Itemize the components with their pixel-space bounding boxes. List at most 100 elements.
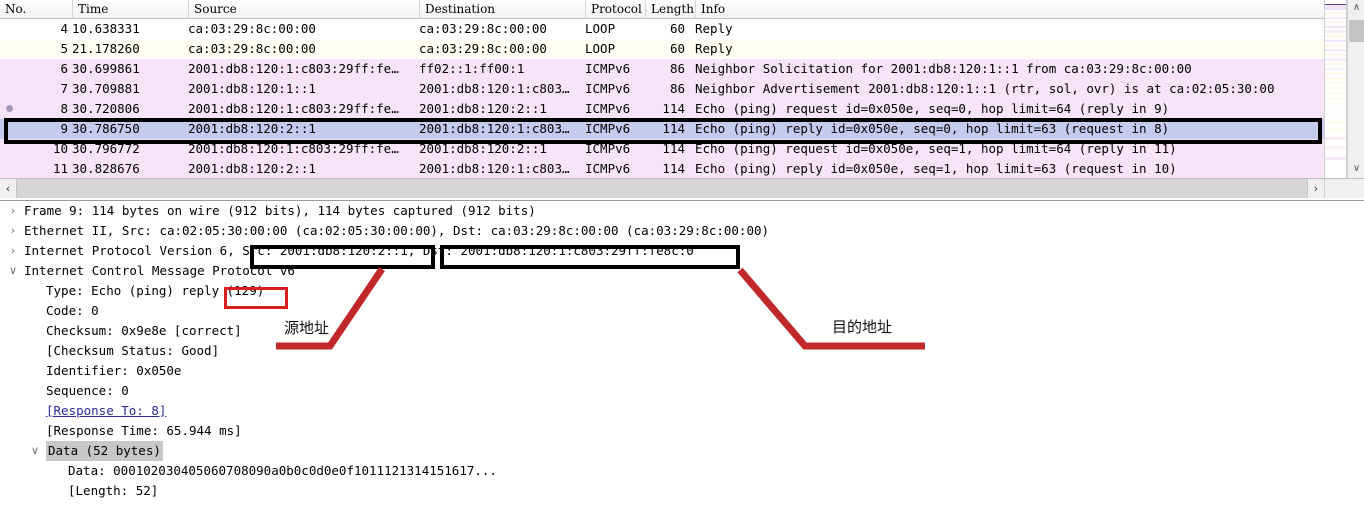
packet-detail-tree[interactable]: › Frame 9: 114 bytes on wire (912 bits), … bbox=[0, 201, 1364, 501]
vertical-scroll-thumb[interactable] bbox=[1349, 20, 1364, 42]
column-header-length[interactable]: Length bbox=[645, 0, 695, 19]
packet-cell-destination: 2001:db8:120:2::1 bbox=[419, 141, 547, 156]
packet-cell-length: 114 bbox=[662, 121, 685, 136]
packet-row[interactable]: 5 21.178260 ca:03:29:8c:00:00 ca:03:29:8c:0… bbox=[0, 39, 1324, 59]
detail-tree-row[interactable]: [Length: 52] bbox=[0, 481, 1364, 501]
packet-details-pane[interactable]: › Frame 9: 114 bytes on wire (912 bits), … bbox=[0, 200, 1364, 529]
packet-row[interactable]: 8 30.720806 2001:db8:120:1:c803:29ff:fe… 20… bbox=[0, 99, 1324, 119]
detail-tree-row[interactable]: [Checksum Status: Good] bbox=[0, 341, 1364, 361]
packet-cell-info: Echo (ping) request id=0x050e, seq=0, ho… bbox=[695, 101, 1170, 116]
packet-cell-length: 86 bbox=[669, 61, 685, 76]
packet-cell-time: 10.638331 bbox=[72, 21, 140, 36]
packet-cell-no: 8 bbox=[60, 101, 68, 116]
packet-list-vertical-scrollbar[interactable]: ∧ ∨ bbox=[1347, 0, 1364, 178]
column-header-protocol[interactable]: Protocol bbox=[585, 0, 645, 19]
detail-tree-label: Data: 000102030405060708090a0b0c0d0e0f10… bbox=[68, 463, 497, 478]
detail-tree-row[interactable]: ∨ Data (52 bytes) bbox=[0, 441, 1364, 461]
packet-cell-time: 30.796772 bbox=[72, 141, 140, 156]
column-header-destination[interactable]: Destination bbox=[419, 0, 585, 19]
packet-cell-time: 30.699861 bbox=[72, 61, 140, 76]
packet-cell-info: Echo (ping) reply id=0x050e, seq=0, hop … bbox=[695, 121, 1170, 136]
packet-cell-time: 21.178260 bbox=[72, 41, 140, 56]
detail-tree-row[interactable]: › Internet Protocol Version 6, Src: 2001:… bbox=[0, 241, 1364, 261]
detail-tree-label: Data (52 bytes) bbox=[46, 441, 163, 461]
packet-list-minimap[interactable] bbox=[1324, 0, 1347, 178]
scroll-down-icon[interactable]: ∨ bbox=[1348, 161, 1364, 178]
packet-cell-source: 2001:db8:120:1::1 bbox=[188, 81, 316, 96]
packet-list-column-headers[interactable]: No. Time Source Destination Protocol Length In… bbox=[0, 0, 1324, 19]
column-header-source[interactable]: Source bbox=[188, 0, 419, 19]
detail-tree-label: Internet Control Message Protocol v6 bbox=[24, 263, 295, 278]
annotation-label-source-address: 源地址 bbox=[284, 319, 330, 337]
packet-list-rows[interactable]: 4 10.638331 ca:03:29:8c:00:00 ca:03:29:8c:0… bbox=[0, 19, 1324, 179]
packet-row[interactable]: 11 30.828676 2001:db8:120:2::1 2001:db8:120… bbox=[0, 159, 1324, 179]
detail-tree-label: [Length: 52] bbox=[68, 483, 159, 498]
column-header-info[interactable]: Info bbox=[695, 0, 1324, 19]
detail-tree-row[interactable]: ∨ Internet Control Message Protocol v6 bbox=[0, 261, 1364, 281]
packet-cell-destination: ca:03:29:8c:00:00 bbox=[419, 21, 547, 36]
packet-row[interactable]: 4 10.638331 ca:03:29:8c:00:00 ca:03:29:8c:0… bbox=[0, 19, 1324, 39]
packet-cell-no: 11 bbox=[52, 161, 68, 176]
detail-tree-label: Internet Protocol Version 6, Src: 2001:d… bbox=[24, 243, 694, 258]
packet-cell-no: 6 bbox=[60, 61, 68, 76]
scroll-right-icon[interactable]: › bbox=[1307, 179, 1324, 198]
packet-cell-protocol: ICMPv6 bbox=[585, 101, 631, 116]
annotation-label-destination-address: 目的地址 bbox=[832, 318, 893, 336]
packet-cell-source: ca:03:29:8c:00:00 bbox=[188, 21, 316, 36]
packet-row[interactable]: 7 30.709881 2001:db8:120:1::1 2001:db8:120:… bbox=[0, 79, 1324, 99]
packet-cell-length: 60 bbox=[669, 41, 685, 56]
packet-cell-time: 30.786750 bbox=[72, 121, 140, 136]
chevron-right-icon[interactable]: › bbox=[6, 241, 20, 261]
packet-cell-protocol: ICMPv6 bbox=[585, 61, 631, 76]
minimap-stripe bbox=[1325, 160, 1346, 170]
detail-tree-row[interactable]: Code: 0 bbox=[0, 301, 1364, 321]
detail-tree-label[interactable]: [Response To: 8] bbox=[46, 401, 166, 421]
packet-cell-destination: ff02::1:ff00:1 bbox=[419, 61, 525, 76]
packet-list-pane[interactable]: No. Time Source Destination Protocol Length In… bbox=[0, 0, 1324, 198]
packet-cell-source: 2001:db8:120:2::1 bbox=[188, 121, 316, 136]
scroll-up-icon[interactable]: ∧ bbox=[1348, 0, 1364, 17]
packet-cell-length: 114 bbox=[662, 141, 685, 156]
packet-cell-info: Reply bbox=[695, 21, 733, 36]
detail-tree-label: Identifier: 0x050e bbox=[46, 363, 182, 378]
packet-cell-destination: 2001:db8:120:1:c803… bbox=[419, 121, 570, 136]
chevron-right-icon[interactable]: › bbox=[6, 201, 20, 221]
chevron-down-icon[interactable]: ∨ bbox=[6, 261, 20, 281]
packet-row[interactable]: 10 30.796772 2001:db8:120:1:c803:29ff:fe… 2… bbox=[0, 139, 1324, 159]
packet-cell-length: 86 bbox=[669, 81, 685, 96]
chevron-down-icon[interactable]: ∨ bbox=[28, 441, 42, 461]
packet-row[interactable]: 9 30.786750 2001:db8:120:2::1 2001:db8:120:… bbox=[0, 119, 1324, 139]
detail-tree-label: Code: 0 bbox=[46, 303, 99, 318]
packet-cell-length: 60 bbox=[669, 21, 685, 36]
detail-tree-row[interactable]: [Response Time: 65.944 ms] bbox=[0, 421, 1364, 441]
wireshark-window: No. Time Source Destination Protocol Length In… bbox=[0, 0, 1364, 529]
packet-cell-info: Reply bbox=[695, 41, 733, 56]
packet-row[interactable]: 6 30.699861 2001:db8:120:1:c803:29ff:fe… ff… bbox=[0, 59, 1324, 79]
packet-cell-protocol: LOOP bbox=[585, 21, 616, 36]
detail-tree-row[interactable]: Data: 000102030405060708090a0b0c0d0e0f10… bbox=[0, 461, 1364, 481]
column-header-time[interactable]: Time bbox=[72, 0, 188, 19]
detail-tree-row[interactable]: Sequence: 0 bbox=[0, 381, 1364, 401]
column-header-no[interactable]: No. bbox=[0, 0, 72, 19]
packet-cell-info: Echo (ping) reply id=0x050e, seq=1, hop … bbox=[695, 161, 1177, 176]
detail-tree-label: Frame 9: 114 bytes on wire (912 bits), 1… bbox=[24, 203, 536, 218]
detail-tree-row[interactable]: Checksum: 0x9e8e [correct] bbox=[0, 321, 1364, 341]
packet-list-horizontal-scrollbar[interactable]: ‹ › bbox=[0, 178, 1324, 198]
scroll-left-icon[interactable]: ‹ bbox=[0, 179, 17, 198]
packet-cell-source: 2001:db8:120:1:c803:29ff:fe… bbox=[188, 61, 399, 76]
detail-tree-row[interactable]: Identifier: 0x050e bbox=[0, 361, 1364, 381]
minimap-stripe bbox=[1325, 149, 1346, 157]
packet-cell-protocol: LOOP bbox=[585, 41, 616, 56]
packet-cell-source: 2001:db8:120:2::1 bbox=[188, 161, 316, 176]
chevron-right-icon[interactable]: › bbox=[6, 221, 20, 241]
detail-tree-row[interactable]: › Frame 9: 114 bytes on wire (912 bits), … bbox=[0, 201, 1364, 221]
packet-cell-time: 30.828676 bbox=[72, 161, 140, 176]
packet-cell-source: 2001:db8:120:1:c803:29ff:fe… bbox=[188, 141, 399, 156]
detail-tree-row[interactable]: Type: Echo (ping) reply (129) bbox=[0, 281, 1364, 301]
detail-tree-row[interactable]: [Response To: 8] bbox=[0, 401, 1364, 421]
packet-cell-protocol: ICMPv6 bbox=[585, 121, 631, 136]
packet-cell-no: 5 bbox=[60, 41, 68, 56]
packet-cell-source: 2001:db8:120:1:c803:29ff:fe… bbox=[188, 101, 399, 116]
packet-cell-destination: 2001:db8:120:1:c803… bbox=[419, 161, 570, 176]
detail-tree-row[interactable]: › Ethernet II, Src: ca:02:05:30:00:00 (ca… bbox=[0, 221, 1364, 241]
